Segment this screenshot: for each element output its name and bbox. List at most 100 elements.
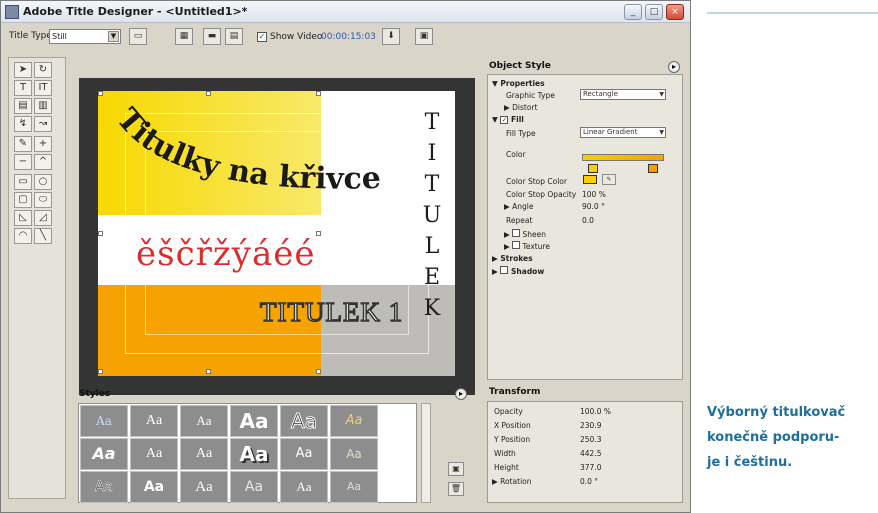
curved-text[interactable]: Titulky na křivce xyxy=(109,102,381,197)
gradient-ramp[interactable] xyxy=(582,154,664,161)
safe-area-button[interactable]: ▣ xyxy=(415,28,433,45)
style-swatch[interactable]: Aa xyxy=(80,405,128,437)
distribute-button[interactable]: ▤ xyxy=(225,28,243,45)
style-swatch[interactable]: Aa xyxy=(280,471,328,503)
vertical-path-type-tool-icon[interactable]: ↝ xyxy=(34,116,52,132)
repeat-value[interactable]: 0.0 xyxy=(582,216,594,225)
style-swatch[interactable]: Aa xyxy=(80,471,128,503)
pen-tool-icon[interactable]: ✎ xyxy=(14,136,32,152)
rounded-rectangle-tool-icon[interactable]: ▢ xyxy=(14,192,32,208)
sheen-toggle[interactable]: ▶ Sheen xyxy=(504,229,546,239)
selection-handle[interactable] xyxy=(98,231,103,236)
vertical-area-type-tool-icon[interactable]: ▥ xyxy=(34,98,52,114)
delete-anchor-tool-icon[interactable]: − xyxy=(14,154,32,170)
fill-toggle[interactable]: ▼ ✓ Fill xyxy=(492,115,524,124)
rectangle-tool-icon[interactable]: ▭ xyxy=(14,174,32,190)
angle-toggle[interactable]: ▶ Angle xyxy=(504,202,534,211)
distort-toggle[interactable]: ▶ Distort xyxy=(504,103,537,112)
selection-handle[interactable] xyxy=(316,369,321,374)
maximize-button[interactable]: □ xyxy=(645,4,663,20)
close-button[interactable]: × xyxy=(666,4,684,20)
gradient-stop-left[interactable] xyxy=(588,164,598,173)
styles-scrollbar[interactable] xyxy=(421,403,431,503)
x-position-value[interactable]: 230.9 xyxy=(580,421,601,430)
selection-tool-icon[interactable]: ➤ xyxy=(14,62,32,78)
align-button[interactable]: ▬ xyxy=(203,28,221,45)
templates-button[interactable]: ▦ xyxy=(175,28,193,45)
style-swatch[interactable]: Aa xyxy=(180,438,228,470)
strokes-toggle[interactable]: ▶ Strokes xyxy=(492,254,533,263)
line-tool-icon[interactable]: ╲ xyxy=(34,228,52,244)
wedge-tool-icon[interactable]: ◺ xyxy=(14,210,32,226)
clipped-corner-tool-icon[interactable]: ⬭ xyxy=(34,192,52,208)
area-type-tool-icon[interactable]: ▤ xyxy=(14,98,32,114)
style-swatch[interactable]: Aa xyxy=(130,471,178,503)
graphic-type-select[interactable]: Rectangle ▼ xyxy=(580,89,666,100)
rotation-tool-icon[interactable]: ↻ xyxy=(34,62,52,78)
color-stop-swatch[interactable] xyxy=(583,175,597,184)
rotation-toggle[interactable]: ▶ Rotation xyxy=(492,477,532,486)
sync-timecode-button[interactable]: ⬇ xyxy=(382,28,400,45)
style-swatch[interactable]: Aa xyxy=(330,405,378,437)
style-swatch[interactable]: Aa xyxy=(280,438,328,470)
show-video-checkbox[interactable]: ✓ xyxy=(257,32,267,42)
width-value[interactable]: 442.5 xyxy=(580,449,601,458)
properties-toggle[interactable]: ▼ Properties xyxy=(492,79,545,88)
ellipse-tool-icon[interactable]: ○ xyxy=(34,174,52,190)
shadow-toggle[interactable]: ▶ Shadow xyxy=(492,266,544,276)
top-toolbar: Title Type: Still ▼ ▭ ▦ ▬ ▤ ✓ Show Video… xyxy=(1,24,690,50)
selection-handle[interactable] xyxy=(206,91,211,96)
delete-style-icon[interactable]: 🗑 xyxy=(448,482,464,496)
style-swatch[interactable]: Aa xyxy=(180,405,228,437)
texture-checkbox[interactable] xyxy=(512,241,521,249)
eyedropper-icon[interactable]: ✎ xyxy=(602,174,616,185)
vertical-title-text[interactable]: T I T U L E K xyxy=(420,107,444,324)
rotation-value[interactable]: 0.0 ° xyxy=(580,477,598,486)
selection-handle[interactable] xyxy=(316,91,321,96)
y-position-value[interactable]: 250.3 xyxy=(580,435,601,444)
selection-handle[interactable] xyxy=(206,369,211,374)
new-style-icon[interactable]: ▣ xyxy=(448,462,464,476)
outline-title-text[interactable]: TITULEK 1 xyxy=(259,296,403,328)
style-swatch[interactable]: Aa xyxy=(330,438,378,470)
roll-crawl-options-button[interactable]: ▭ xyxy=(129,28,147,45)
add-anchor-tool-icon[interactable]: + xyxy=(34,136,52,152)
style-swatch[interactable]: Aa xyxy=(330,471,378,503)
czech-red-text[interactable]: ěščřžýáéé xyxy=(136,234,316,274)
vertical-type-tool-icon[interactable]: IT xyxy=(34,80,52,96)
style-swatch[interactable]: Aa xyxy=(230,405,278,437)
style-swatch[interactable]: Aa xyxy=(130,438,178,470)
angle-value[interactable]: 90.0 ° xyxy=(582,202,605,211)
minimize-button[interactable]: _ xyxy=(624,4,642,20)
type-tool-icon[interactable]: T xyxy=(14,80,32,96)
title-type-select[interactable]: Still ▼ xyxy=(49,29,121,44)
style-swatch[interactable]: Aa xyxy=(180,471,228,503)
convert-point-tool-icon[interactable]: ^ xyxy=(34,154,52,170)
gradient-stop-right[interactable] xyxy=(648,164,658,173)
style-swatch[interactable]: Aa xyxy=(130,405,178,437)
height-value[interactable]: 377.0 xyxy=(580,463,601,472)
timecode-field[interactable]: 00:00:15:03 xyxy=(321,32,376,42)
polygon-tool-icon[interactable]: ◿ xyxy=(34,210,52,226)
opacity-value[interactable]: 100.0 % xyxy=(580,407,611,416)
title-artboard[interactable]: Titulky na křivce ěščřžýáéé TITULEK 1 T … xyxy=(98,91,455,376)
color-stop-opacity-value[interactable]: 100 % xyxy=(582,190,606,199)
selection-handle[interactable] xyxy=(98,91,103,96)
styles-menu-icon[interactable]: ▸ xyxy=(455,388,467,400)
sheen-checkbox[interactable] xyxy=(512,229,521,237)
graphic-type-value: Rectangle xyxy=(583,90,618,98)
selection-handle[interactable] xyxy=(316,231,321,236)
panel-menu-icon[interactable]: ▸ xyxy=(668,61,680,73)
style-swatch[interactable]: Aa xyxy=(280,405,328,437)
style-swatch[interactable]: Aa xyxy=(230,438,278,470)
arc-tool-icon[interactable]: ◠ xyxy=(14,228,32,244)
fill-checkbox[interactable]: ✓ xyxy=(500,116,509,124)
texture-toggle[interactable]: ▶ Texture xyxy=(504,241,550,251)
path-type-tool-icon[interactable]: ↯ xyxy=(14,116,32,132)
shadow-checkbox[interactable] xyxy=(500,266,509,274)
svg-text:Titulky na křivce: Titulky na křivce xyxy=(109,102,381,197)
fill-type-select[interactable]: Linear Gradient ▼ xyxy=(580,127,666,138)
selection-handle[interactable] xyxy=(98,369,103,374)
style-swatch[interactable]: Aa xyxy=(80,438,128,470)
style-swatch[interactable]: Aa xyxy=(230,471,278,503)
